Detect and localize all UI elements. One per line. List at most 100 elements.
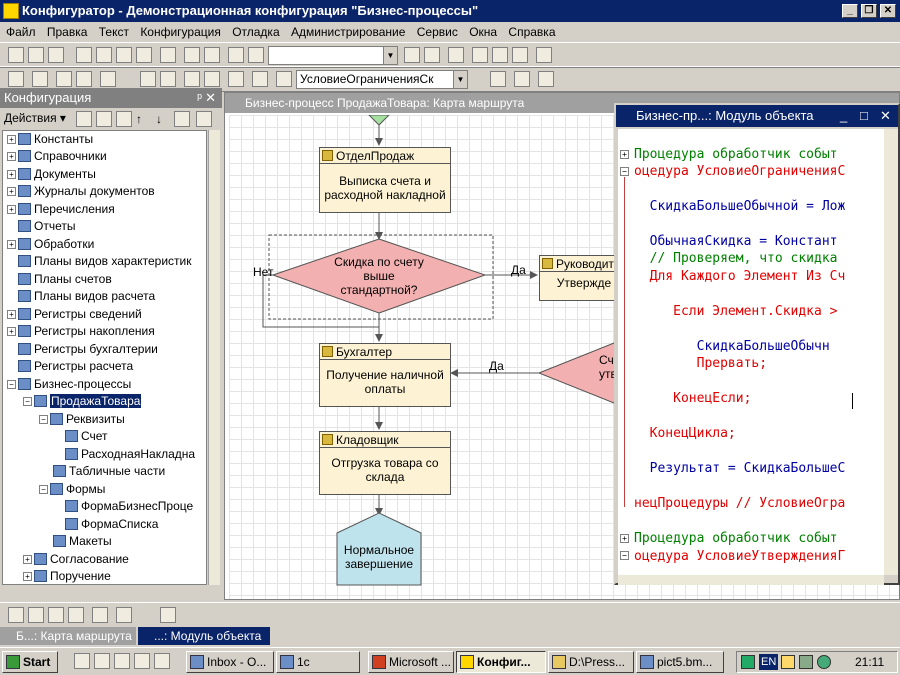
menu-service[interactable]: Сервис bbox=[417, 25, 458, 39]
tree-item-attributes[interactable]: − Реквизиты bbox=[39, 411, 125, 428]
tree-item-calc-plans[interactable]: Планы видов расчета bbox=[18, 288, 155, 305]
expand-icon[interactable]: + bbox=[620, 534, 629, 543]
pin-icon[interactable]: ᵖ bbox=[197, 88, 202, 108]
save-icon[interactable] bbox=[48, 47, 64, 63]
restore-button[interactable]: ❐ bbox=[861, 4, 877, 18]
menu-windows[interactable]: Окна bbox=[469, 25, 497, 39]
tree-item-reports[interactable]: Отчеты bbox=[18, 218, 75, 235]
tree-item-forms[interactable]: − Формы bbox=[39, 481, 105, 498]
browser-icon[interactable] bbox=[74, 653, 90, 669]
collapse-icon[interactable]: − bbox=[620, 167, 629, 176]
config-merge-icon[interactable] bbox=[76, 71, 92, 87]
undo-icon[interactable] bbox=[184, 47, 200, 63]
tree-item-business-processes[interactable]: − Бизнес-процессы bbox=[7, 376, 131, 393]
syntax-helper-icon[interactable] bbox=[492, 47, 508, 63]
tree-item-tabular-parts[interactable]: Табличные части bbox=[53, 463, 165, 480]
task-office[interactable]: Microsoft ... bbox=[368, 651, 454, 673]
code-vertical-scrollbar[interactable] bbox=[884, 129, 898, 575]
maximize-icon[interactable]: □ bbox=[860, 105, 868, 127]
code-editor[interactable]: + − + − Процедура обработчик событ оцеду… bbox=[618, 129, 884, 575]
close-icon[interactable]: ✕ bbox=[880, 105, 891, 127]
menu-file[interactable]: Файл bbox=[6, 25, 36, 39]
tree-item-calc-registers[interactable]: Регистры расчета bbox=[18, 358, 133, 375]
find-icon[interactable] bbox=[160, 47, 176, 63]
watch-icon[interactable] bbox=[228, 71, 244, 87]
menu-edit[interactable]: Правка bbox=[47, 25, 88, 39]
help-icon[interactable] bbox=[512, 47, 528, 63]
procedure-icon[interactable] bbox=[276, 71, 292, 87]
tree-item-invoice[interactable]: Счет bbox=[65, 428, 108, 445]
task-inbox[interactable]: Inbox - O... bbox=[186, 651, 274, 673]
actions-menu[interactable]: Действия bbox=[4, 111, 57, 125]
network-icon[interactable] bbox=[799, 655, 813, 669]
tree-item-account-registers[interactable]: Регистры бухгалтерии bbox=[18, 341, 158, 358]
config-open-icon[interactable] bbox=[8, 71, 24, 87]
task-1c[interactable]: 1c bbox=[276, 651, 360, 673]
tray-app-icon[interactable] bbox=[741, 655, 755, 669]
close-icon[interactable]: ✕ bbox=[205, 88, 216, 108]
add-icon[interactable] bbox=[76, 111, 92, 127]
arrow-up-icon[interactable]: ↑ bbox=[136, 109, 142, 129]
chevron-down-icon[interactable]: ▼ bbox=[383, 47, 397, 64]
delete-icon[interactable] bbox=[116, 111, 132, 127]
point-icon[interactable] bbox=[92, 607, 108, 623]
search-combo[interactable]: ▼ bbox=[268, 46, 398, 65]
procedure-combo[interactable]: УсловиеОграниченияСк ▼ bbox=[296, 70, 468, 89]
step-icon[interactable] bbox=[160, 71, 176, 87]
merge-icon[interactable] bbox=[48, 607, 64, 623]
expand-icon[interactable]: + bbox=[620, 150, 629, 159]
tree-item-processings[interactable]: + Обработки bbox=[7, 236, 94, 253]
binoculars-icon[interactable] bbox=[228, 47, 244, 63]
copy-icon[interactable] bbox=[96, 47, 112, 63]
step-over-icon[interactable] bbox=[204, 71, 220, 87]
arrow-down-icon[interactable]: ↓ bbox=[156, 109, 162, 129]
quicklaunch-icon[interactable] bbox=[154, 653, 170, 669]
debug-stop-icon[interactable] bbox=[514, 71, 530, 87]
debug-pause-icon[interactable] bbox=[538, 71, 554, 87]
tree-item-enums[interactable]: + Перечисления bbox=[7, 201, 115, 218]
tab-route-map[interactable]: Б...: Карта маршрута bbox=[0, 627, 136, 645]
tree-item-constants[interactable]: + Константы bbox=[7, 131, 93, 148]
task-storekeeper[interactable]: Кладовщик Отгрузка товара со склада bbox=[319, 431, 451, 495]
start-button[interactable]: Start bbox=[2, 651, 58, 673]
tree-item-accum-registers[interactable]: + Регистры накопления bbox=[7, 323, 155, 340]
tree-item-waybill[interactable]: РасходнаяНакладна bbox=[65, 446, 195, 463]
step-into-icon[interactable] bbox=[184, 71, 200, 87]
paste-icon[interactable] bbox=[116, 47, 132, 63]
task-sales-dept[interactable]: ОтделПродаж Выписка счета и расходной нак… bbox=[319, 147, 451, 213]
search-forward-icon[interactable] bbox=[404, 47, 420, 63]
minimize-icon[interactable]: _ bbox=[840, 105, 847, 127]
redo-icon[interactable] bbox=[204, 47, 220, 63]
new-icon[interactable] bbox=[8, 47, 24, 63]
collapse-icon[interactable]: − bbox=[620, 551, 629, 560]
run-debug-icon[interactable] bbox=[100, 71, 116, 87]
menu-help[interactable]: Справка bbox=[508, 25, 555, 39]
explorer-icon[interactable] bbox=[114, 653, 130, 669]
tree-item-assignment[interactable]: + Поручение bbox=[23, 568, 111, 584]
open-icon[interactable] bbox=[28, 47, 44, 63]
globe-icon[interactable] bbox=[817, 655, 831, 669]
filter-icon[interactable] bbox=[196, 111, 212, 127]
tree-scrollbar[interactable] bbox=[208, 130, 220, 585]
tree-item-documents[interactable]: + Документы bbox=[7, 166, 96, 183]
tree-item-approval[interactable]: + Согласование bbox=[23, 551, 129, 568]
tree-item-char-plans[interactable]: Планы видов характеристик bbox=[18, 253, 191, 270]
sort-icon[interactable] bbox=[174, 111, 190, 127]
find-next-icon[interactable] bbox=[248, 47, 264, 63]
bulb-icon[interactable] bbox=[781, 655, 795, 669]
tree-item-templates[interactable]: Макеты bbox=[53, 533, 112, 550]
tab-module[interactable]: ...: Модуль объекта bbox=[138, 627, 270, 645]
connector-icon[interactable] bbox=[8, 607, 24, 623]
comment-icon[interactable] bbox=[536, 47, 552, 63]
menu-configuration[interactable]: Конфигурация bbox=[140, 25, 221, 39]
chevron-down-icon[interactable]: ▼ bbox=[453, 71, 467, 88]
task-accountant[interactable]: Бухгалтер Получение наличной оплаты bbox=[319, 343, 451, 407]
desktop-icon[interactable] bbox=[134, 653, 150, 669]
tree-item-journals[interactable]: + Журналы документов bbox=[7, 183, 155, 200]
task-paint[interactable]: pict5.bm... bbox=[636, 651, 724, 673]
window-icon[interactable] bbox=[448, 47, 464, 63]
search-back-icon[interactable] bbox=[424, 47, 440, 63]
check-icon[interactable] bbox=[252, 71, 268, 87]
tree-item-sale-process[interactable]: − ПродажаТовара bbox=[23, 393, 142, 410]
config-update-icon[interactable] bbox=[32, 71, 48, 87]
